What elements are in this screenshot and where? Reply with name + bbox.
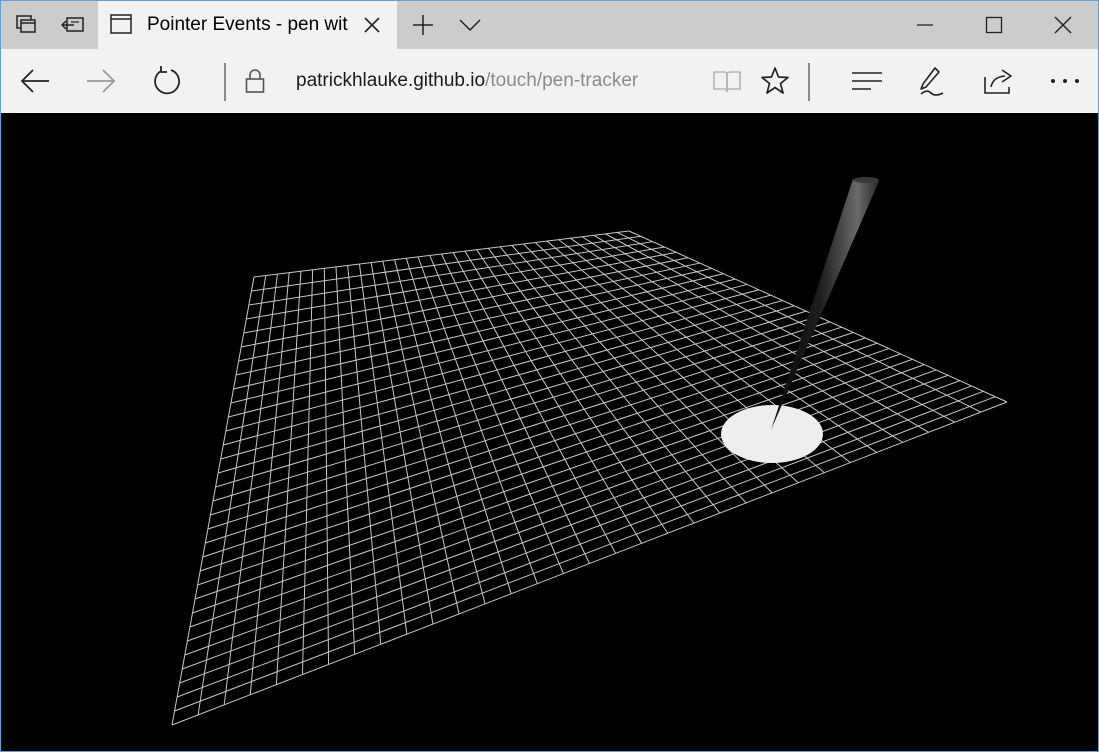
reading-view-icon (713, 71, 741, 93)
grid-line (184, 374, 949, 656)
grid-line (523, 243, 773, 494)
active-tab[interactable]: Pointer Events - pen wit (98, 1, 397, 49)
pen-contact-ellipse (721, 405, 823, 463)
new-tab-button[interactable] (405, 1, 441, 49)
minimize-button[interactable] (893, 1, 957, 49)
lock-icon (245, 69, 265, 93)
more-ellipsis-icon (1051, 79, 1079, 83)
forward-button[interactable] (75, 49, 127, 113)
grid-line (511, 245, 747, 504)
favorite-star-icon (761, 67, 789, 94)
tab-preview-button[interactable] (452, 1, 488, 49)
share-button[interactable] (973, 49, 1025, 113)
site-info-button[interactable] (229, 49, 281, 113)
grid-line (174, 396, 996, 712)
web-note-button[interactable] (907, 49, 959, 113)
minimize-icon (917, 24, 933, 26)
hub-button[interactable] (841, 49, 893, 113)
tab-manager-icon (16, 15, 36, 33)
back-arrow-icon (20, 69, 49, 93)
more-button[interactable] (1039, 49, 1091, 113)
reading-view-button[interactable] (701, 49, 753, 113)
grid-line (194, 353, 901, 600)
grid-line (464, 250, 643, 544)
address-field[interactable]: patrickhlauke.github.io/touch/pen-tracke… (296, 69, 638, 93)
back-button[interactable] (9, 49, 61, 113)
grid-line (499, 246, 721, 514)
url-path: /touch/pen-tracker (485, 70, 639, 91)
add-favorite-button[interactable] (749, 49, 801, 113)
close-window-button[interactable] (1031, 1, 1095, 49)
refresh-button[interactable] (141, 49, 193, 113)
page-canvas[interactable] (1, 113, 1098, 751)
maximize-icon (985, 16, 1003, 34)
grid-line (179, 385, 972, 684)
grid-line (212, 316, 819, 502)
new-tab-icon (413, 15, 433, 35)
navigation-toolbar: patrickhlauke.github.io/touch/pen-tracke… (1, 49, 1098, 113)
tab-manager-button[interactable] (9, 1, 45, 49)
maximize-button[interactable] (962, 1, 1026, 49)
share-icon (984, 69, 1012, 94)
tab-preview-chevron-icon (459, 19, 481, 32)
toolbar-separator (224, 63, 226, 101)
set-aside-tabs-icon (61, 17, 84, 32)
refresh-icon (154, 66, 180, 95)
pen-tracker-scene (171, 177, 1008, 726)
tab-title: Pointer Events - pen wit (147, 14, 348, 35)
close-tab-icon[interactable] (362, 15, 382, 35)
tab-strip: Pointer Events - pen wit (1, 1, 1098, 49)
hub-icon (852, 72, 882, 90)
web-note-pen-icon (920, 67, 944, 96)
browser-window: Pointer Events - pen wit patrickhlauke.g… (0, 0, 1099, 752)
set-aside-tabs-button[interactable] (55, 1, 91, 49)
toolbar-separator (808, 63, 810, 101)
forward-arrow-icon (87, 69, 116, 93)
url-host: patrickhlauke.github.io (296, 70, 486, 91)
grid-line (605, 233, 956, 423)
perspective-grid (171, 230, 1008, 726)
close-window-icon (1054, 16, 1072, 34)
page-icon (110, 14, 132, 34)
